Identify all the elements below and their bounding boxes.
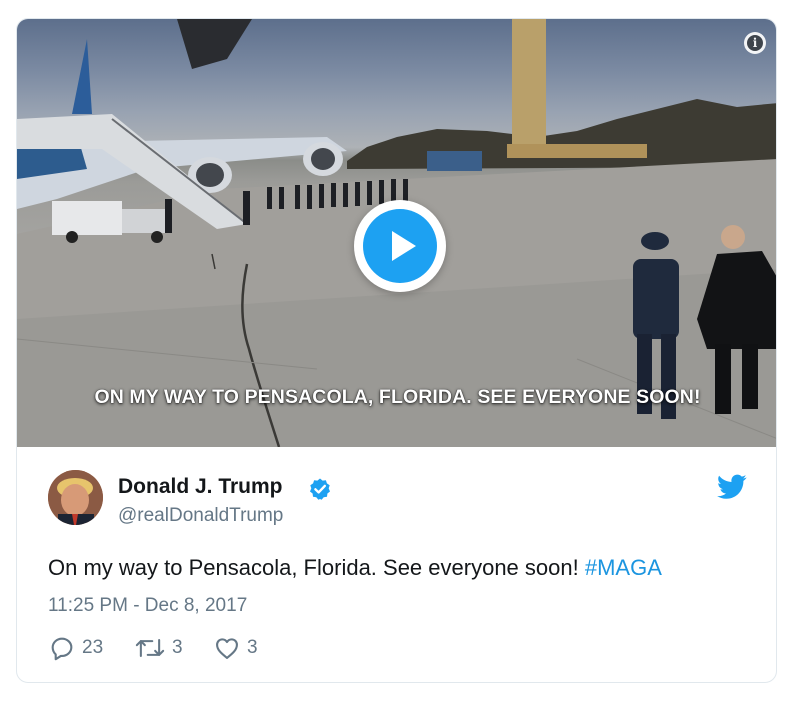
- tweet-body: On my way to Pensacola, Florida. See eve…: [48, 555, 585, 580]
- retweet-count: 3: [172, 637, 183, 658]
- hashtag-link[interactable]: #MAGA: [585, 555, 662, 580]
- reply-icon: [51, 637, 73, 661]
- retweet-button[interactable]: 3: [134, 633, 183, 663]
- tweet-text: On my way to Pensacola, Florida. See eve…: [48, 555, 662, 581]
- display-name[interactable]: Donald J. Trump: [118, 475, 283, 499]
- video-caption: ON MY WAY TO PENSACOLA, FLORIDA. SEE EVE…: [94, 386, 701, 408]
- retweet-icon: [135, 638, 165, 658]
- like-count: 3: [247, 637, 258, 658]
- reply-count: 23: [82, 637, 104, 658]
- play-icon: [363, 209, 437, 283]
- verified-badge-icon: [310, 478, 330, 500]
- embedded-tweet-card[interactable]: i ON MY WAY TO PENSACOLA, FLORIDA. SEE E…: [16, 18, 777, 683]
- handle[interactable]: @realDonaldTrump: [118, 505, 283, 527]
- reply-button[interactable]: 23: [48, 633, 103, 663]
- info-icon[interactable]: i: [744, 32, 766, 54]
- avatar[interactable]: [48, 470, 103, 525]
- twitter-bird-icon[interactable]: [717, 474, 747, 500]
- video-player[interactable]: i ON MY WAY TO PENSACOLA, FLORIDA. SEE E…: [17, 19, 776, 447]
- timestamp[interactable]: 11:25 PM - Dec 8, 2017: [48, 595, 247, 617]
- like-button[interactable]: 3: [213, 633, 258, 663]
- heart-icon: [216, 638, 238, 659]
- play-button[interactable]: [354, 200, 446, 292]
